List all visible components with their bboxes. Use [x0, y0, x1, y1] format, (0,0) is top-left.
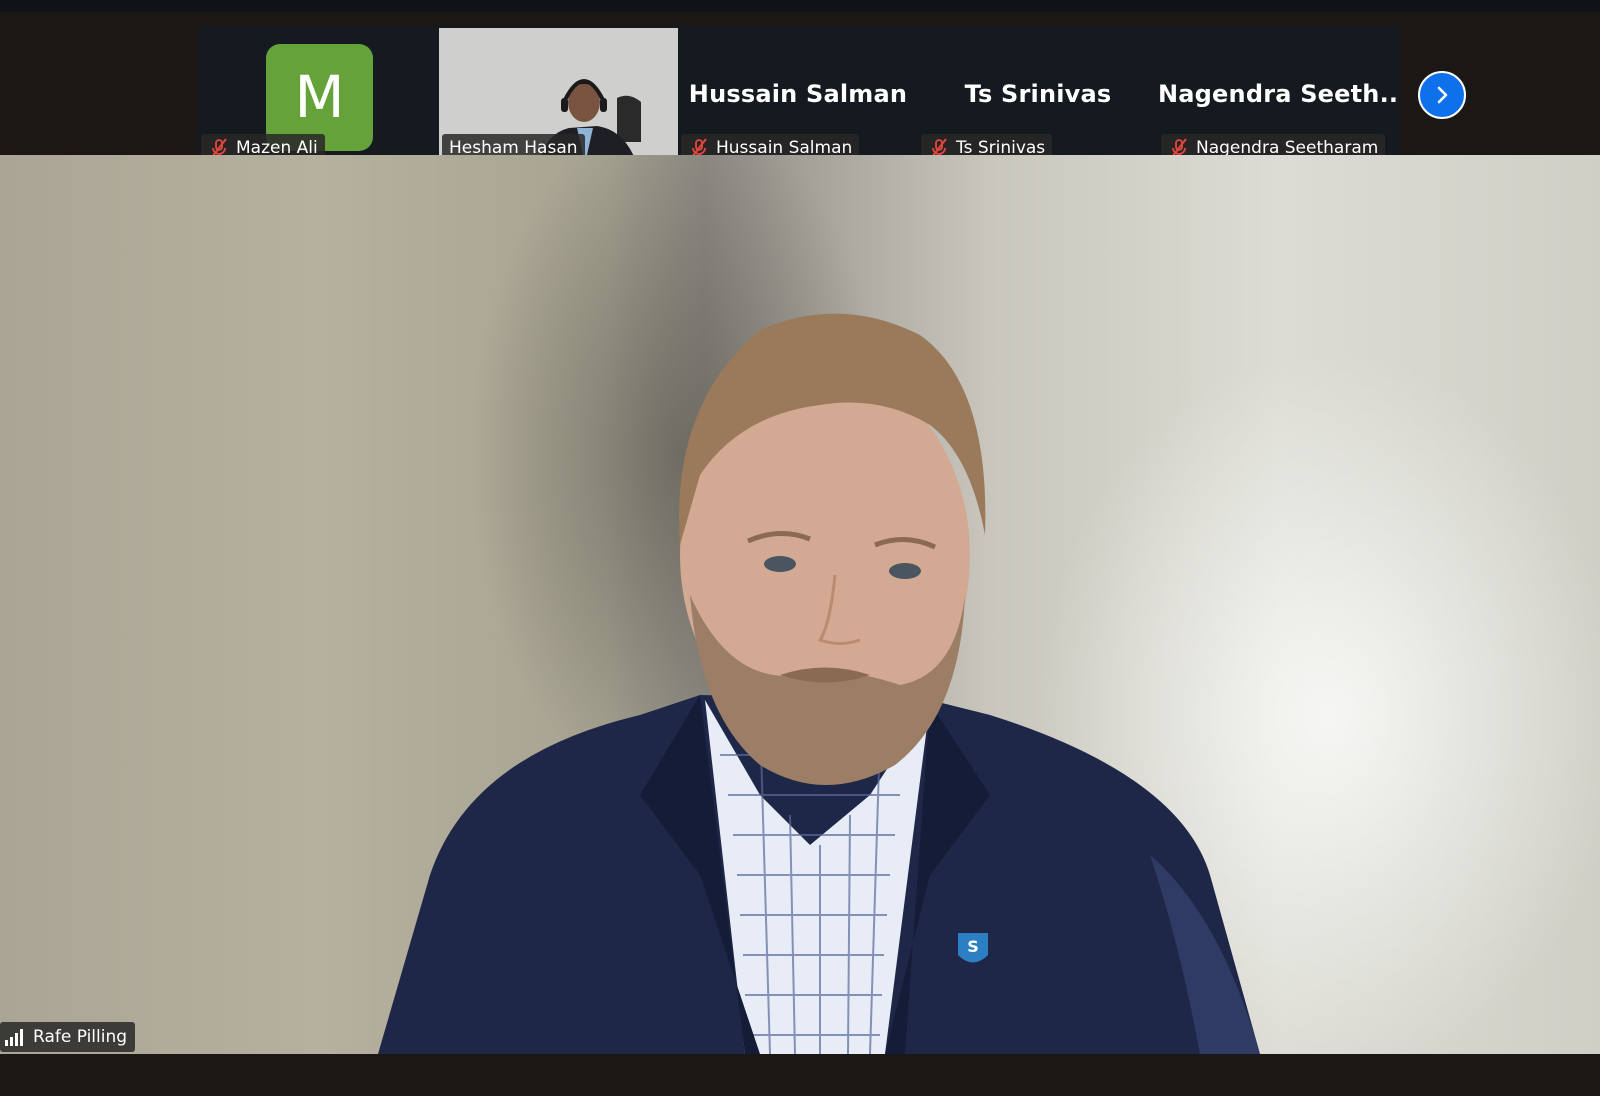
meeting-window: M Mazen Ali Hesham Hasan Hussain Salman …: [0, 0, 1600, 1096]
participant-tile-mazen-ali[interactable]: M Mazen Ali: [198, 28, 438, 164]
chevron-right-icon: [1437, 86, 1448, 104]
participant-strip: M Mazen Ali Hesham Hasan Hussain Salman …: [0, 0, 1600, 167]
signal-bars-icon: [5, 1029, 23, 1046]
participant-display-name: Hussain Salman: [688, 80, 908, 108]
bottom-bar: [0, 1054, 1600, 1096]
participant-display-name: Ts Srinivas: [964, 80, 1112, 108]
participant-display-name: Nagendra Seeth...: [1158, 80, 1398, 108]
active-speaker-video[interactable]: S Rafe Pilling: [0, 155, 1600, 1054]
participant-tile-ts-srinivas[interactable]: Ts Srinivas Ts Srinivas: [918, 28, 1158, 164]
pin-badge-letter: S: [967, 937, 979, 956]
active-speaker-name-label: Rafe Pilling: [0, 1022, 136, 1052]
participant-tile-nagendra-seetharam[interactable]: Nagendra Seeth... Nagendra Seetharam: [1158, 28, 1398, 164]
participant-tile-hussain-salman[interactable]: Hussain Salman Hussain Salman: [678, 28, 918, 164]
participant-tile-hesham-hasan[interactable]: Hesham Hasan: [439, 28, 679, 164]
participant-strip-tiles: M Mazen Ali Hesham Hasan Hussain Salman …: [198, 26, 1399, 167]
speaker-video-image: S: [378, 313, 1260, 1054]
active-speaker-name: Rafe Pilling: [33, 1027, 128, 1047]
next-page-button[interactable]: [1418, 71, 1466, 119]
